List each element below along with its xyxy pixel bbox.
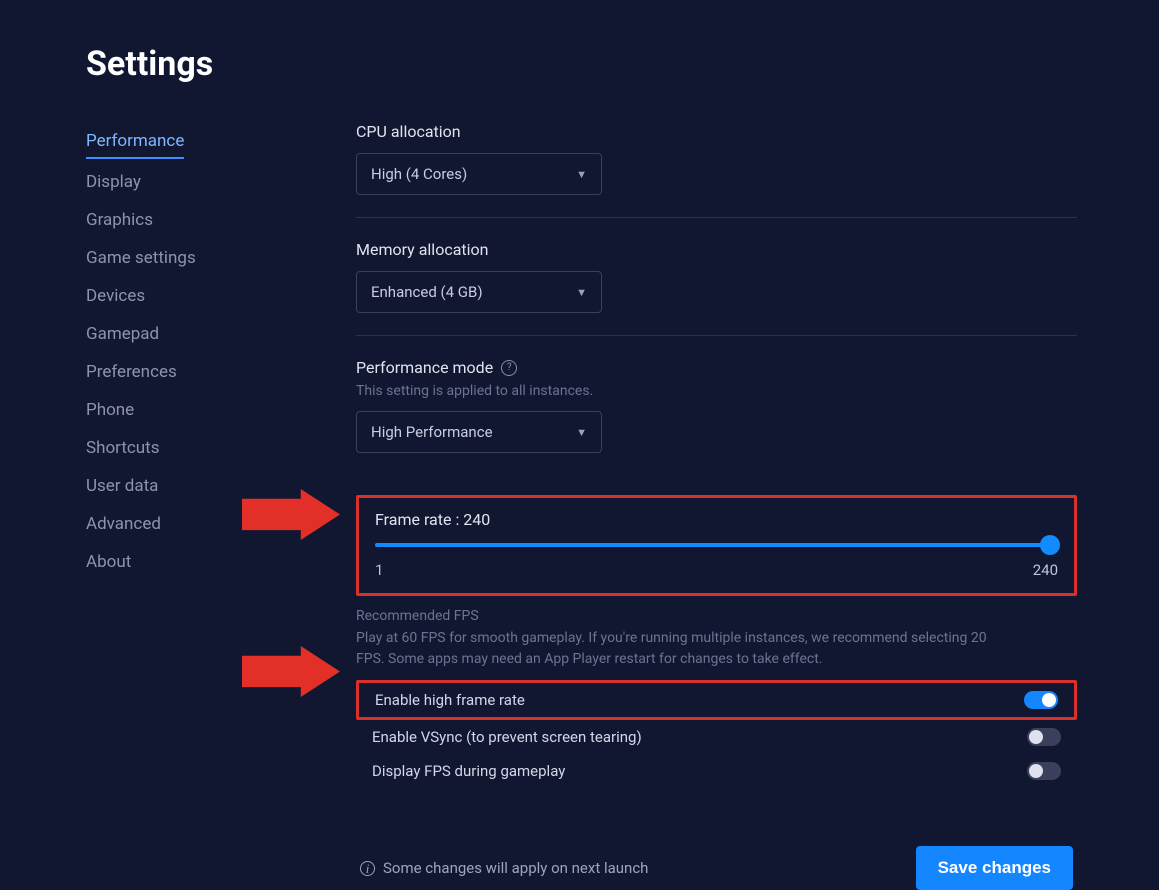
divider <box>356 217 1077 218</box>
info-note-text: Some changes will apply on next launch <box>383 859 648 877</box>
cpu-allocation-value: High (4 Cores) <box>371 165 467 183</box>
sidebar-item-performance[interactable]: Performance <box>86 122 184 159</box>
performance-mode-sub: This setting is applied to all instances… <box>356 383 1077 399</box>
frame-rate-slider[interactable] <box>375 543 1058 547</box>
sidebar-item-about[interactable]: About <box>86 543 256 581</box>
enable-high-frame-rate-toggle[interactable] <box>1024 691 1058 709</box>
frame-rate-highlight: Frame rate : 240 1 240 <box>356 495 1077 596</box>
sidebar-item-devices[interactable]: Devices <box>86 277 256 315</box>
performance-mode-value: High Performance <box>371 423 493 441</box>
sidebar: Performance Display Graphics Game settin… <box>86 122 256 890</box>
sidebar-item-user-data[interactable]: User data <box>86 467 256 505</box>
sidebar-item-shortcuts[interactable]: Shortcuts <box>86 429 256 467</box>
chevron-down-icon: ▼ <box>576 426 587 439</box>
info-icon: i <box>360 861 375 876</box>
frame-rate-max: 240 <box>1033 561 1058 579</box>
performance-mode-select[interactable]: High Performance ▼ <box>356 411 602 453</box>
performance-mode-text: Performance mode <box>356 358 493 377</box>
help-icon[interactable]: ? <box>501 360 517 376</box>
annotation-arrow-icon <box>242 646 340 698</box>
sidebar-item-display[interactable]: Display <box>86 163 256 201</box>
cpu-allocation-label: CPU allocation <box>356 122 1077 141</box>
chevron-down-icon: ▼ <box>576 168 587 181</box>
annotation-arrow-icon <box>242 489 340 541</box>
cpu-allocation-select[interactable]: High (4 Cores) ▼ <box>356 153 602 195</box>
enable-vsync-toggle[interactable] <box>1027 728 1061 746</box>
sidebar-item-advanced[interactable]: Advanced <box>86 505 256 543</box>
chevron-down-icon: ▼ <box>576 286 587 299</box>
main-panel: CPU allocation High (4 Cores) ▼ Memory a… <box>356 122 1077 890</box>
display-fps-label: Display FPS during gameplay <box>372 762 565 780</box>
enable-high-frame-rate-label: Enable high frame rate <box>375 691 525 709</box>
display-fps-row: Display FPS during gameplay <box>356 754 1077 788</box>
page-title: Settings <box>86 44 1077 84</box>
memory-allocation-select[interactable]: Enhanced (4 GB) ▼ <box>356 271 602 313</box>
memory-allocation-value: Enhanced (4 GB) <box>371 283 483 301</box>
enable-vsync-row: Enable VSync (to prevent screen tearing) <box>356 720 1077 754</box>
memory-allocation-label: Memory allocation <box>356 240 1077 259</box>
slider-thumb[interactable] <box>1040 535 1060 555</box>
info-note: i Some changes will apply on next launch <box>360 859 648 877</box>
save-changes-button[interactable]: Save changes <box>916 846 1073 890</box>
sidebar-item-preferences[interactable]: Preferences <box>86 353 256 391</box>
display-fps-toggle[interactable] <box>1027 762 1061 780</box>
enable-high-frame-rate-row: Enable high frame rate <box>356 680 1077 720</box>
performance-mode-label: Performance mode ? <box>356 358 1077 377</box>
frame-rate-min: 1 <box>375 561 383 579</box>
sidebar-item-graphics[interactable]: Graphics <box>86 201 256 239</box>
enable-vsync-label: Enable VSync (to prevent screen tearing) <box>372 728 642 746</box>
sidebar-item-game-settings[interactable]: Game settings <box>86 239 256 277</box>
divider <box>356 335 1077 336</box>
frame-rate-label: Frame rate : 240 <box>375 510 1058 529</box>
recommended-fps-title: Recommended FPS <box>356 608 1077 624</box>
sidebar-item-phone[interactable]: Phone <box>86 391 256 429</box>
recommended-fps-body: Play at 60 FPS for smooth gameplay. If y… <box>356 628 996 670</box>
sidebar-item-gamepad[interactable]: Gamepad <box>86 315 256 353</box>
